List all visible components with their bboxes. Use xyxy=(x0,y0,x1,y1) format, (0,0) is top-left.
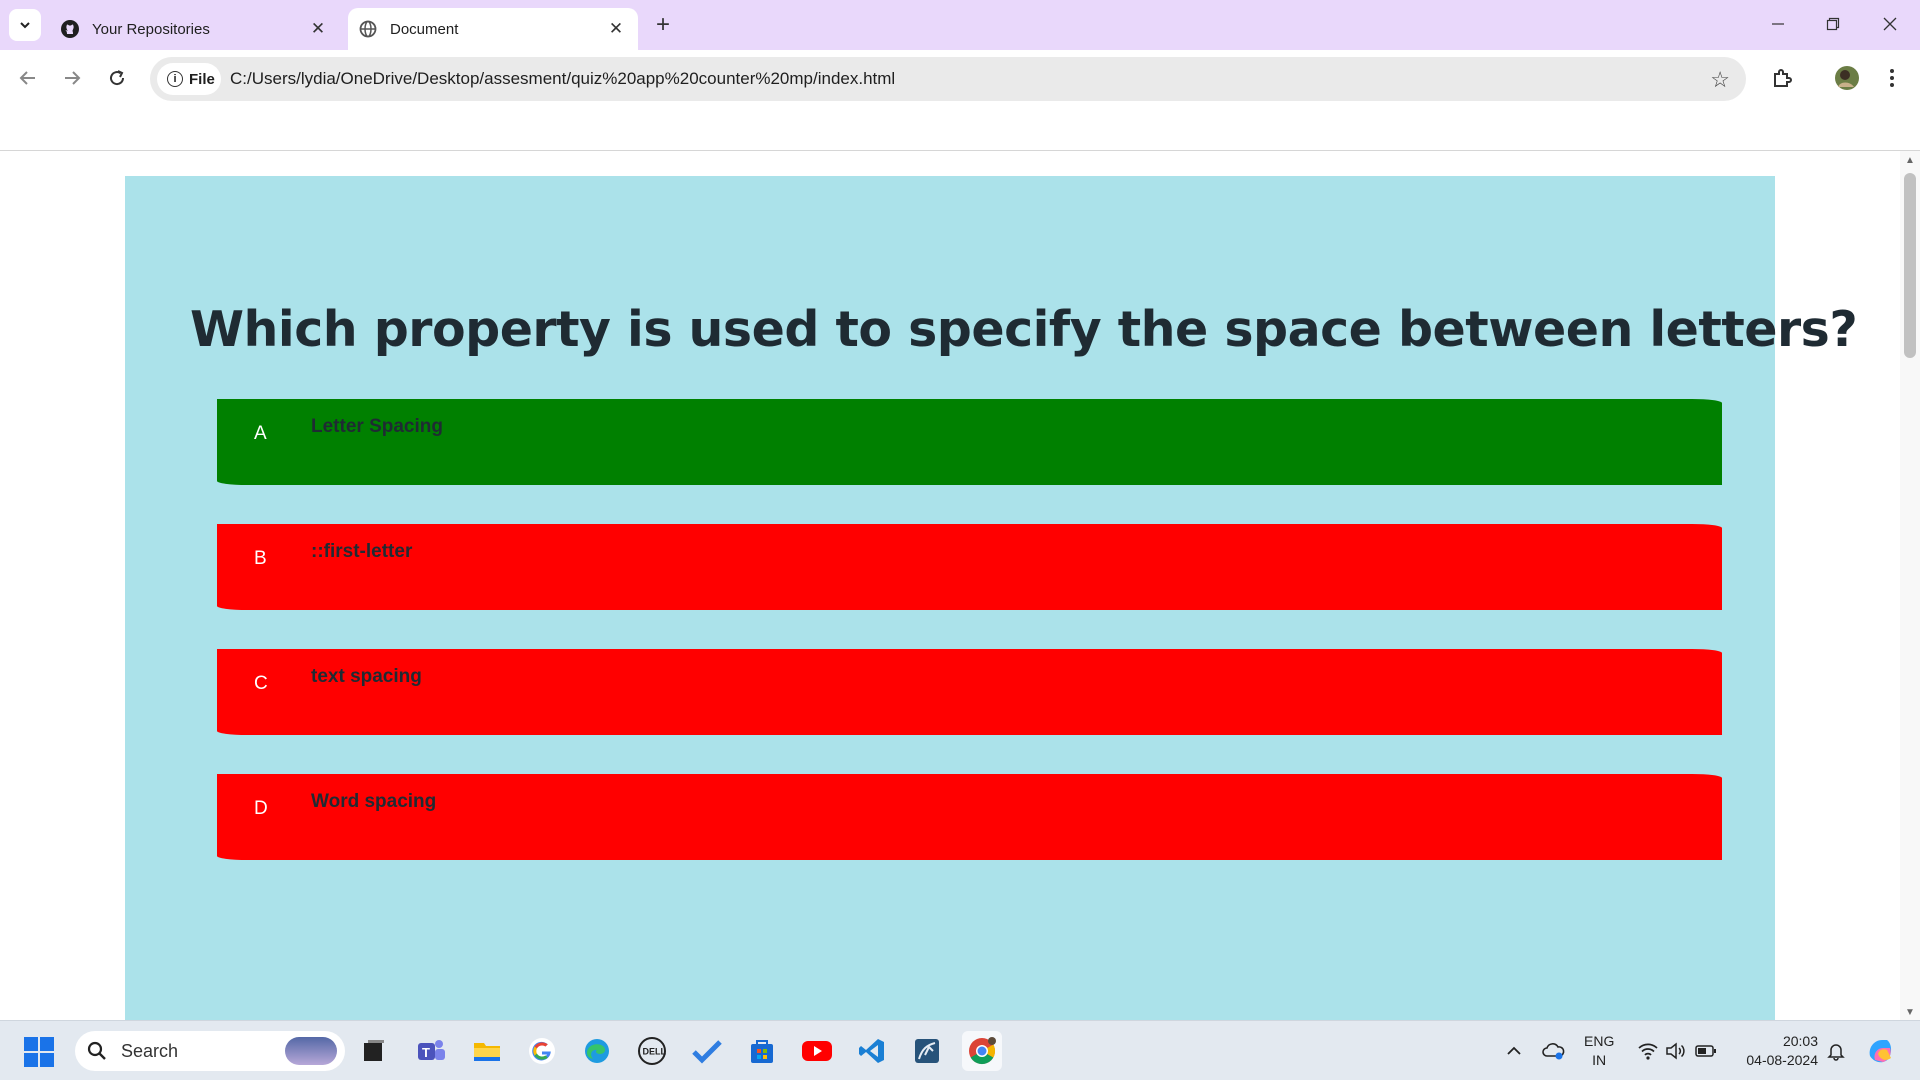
info-icon: i xyxy=(167,71,183,87)
answer-option-b[interactable]: B ::first-letter xyxy=(217,524,1722,610)
tab-strip: Your Repositories ✕ Document ✕ + xyxy=(0,0,1920,50)
option-letter: B xyxy=(254,548,267,569)
tab-title: Your Repositories xyxy=(92,20,210,38)
region-code: IN xyxy=(1592,1052,1607,1068)
todo-icon[interactable] xyxy=(687,1031,727,1071)
taskbar: Search T DELL ENG IN 20:03 04-08-2024 xyxy=(0,1020,1920,1080)
clock-date: 04-08-2024 xyxy=(1746,1052,1818,1068)
arrow-right-icon xyxy=(65,71,81,85)
chevron-down-icon xyxy=(20,22,30,29)
minimize-button[interactable] xyxy=(1758,8,1798,40)
scheme-label: File xyxy=(189,70,215,88)
teams-icon[interactable]: T xyxy=(411,1031,451,1071)
github-icon xyxy=(60,19,80,39)
toolbar-divider xyxy=(0,150,1920,151)
globe-icon xyxy=(358,19,378,39)
mysql-workbench-icon[interactable] xyxy=(907,1031,947,1071)
close-icon xyxy=(1883,17,1897,31)
chevron-up-icon[interactable] xyxy=(1502,1031,1526,1071)
wifi-icon[interactable] xyxy=(1634,1031,1662,1071)
vscode-icon[interactable] xyxy=(852,1031,892,1071)
url-text[interactable]: C:/Users/lydia/OneDrive/Desktop/assesmen… xyxy=(230,69,895,89)
clock-time: 20:03 xyxy=(1782,1033,1818,1049)
notification-bell-icon[interactable] xyxy=(1822,1031,1850,1071)
answer-option-a[interactable]: A Letter Spacing xyxy=(217,399,1722,485)
minimize-icon xyxy=(1772,23,1784,25)
close-window-button[interactable] xyxy=(1870,8,1910,40)
bookmark-star-icon[interactable]: ☆ xyxy=(1710,67,1730,93)
copilot-icon[interactable] xyxy=(1862,1031,1898,1071)
store-icon[interactable] xyxy=(742,1031,782,1071)
youtube-icon[interactable] xyxy=(797,1031,837,1071)
battery-icon[interactable] xyxy=(1692,1031,1720,1071)
tab-title: Document xyxy=(390,20,459,38)
search-icon xyxy=(87,1041,106,1060)
option-letter: D xyxy=(254,798,268,819)
chrome-icon[interactable] xyxy=(962,1031,1002,1071)
forward-button[interactable] xyxy=(56,62,88,94)
tab-search-button[interactable] xyxy=(9,9,41,41)
option-text: Word spacing xyxy=(311,791,437,812)
file-explorer-icon[interactable] xyxy=(467,1031,507,1071)
search-highlight-image xyxy=(285,1037,337,1065)
language-indicator[interactable]: ENG IN xyxy=(1584,1032,1614,1070)
edge-icon[interactable] xyxy=(577,1031,617,1071)
tab-your-repositories[interactable]: Your Repositories ✕ xyxy=(50,8,340,50)
dell-icon[interactable]: DELL xyxy=(632,1031,672,1071)
page-scrollbar[interactable]: ▲ ▼ xyxy=(1900,151,1920,1020)
svg-text:DELL: DELL xyxy=(643,1047,667,1057)
search-placeholder: Search xyxy=(121,1040,179,1061)
onedrive-sync-icon[interactable] xyxy=(1538,1031,1568,1071)
browser-toolbar: i File C:/Users/lydia/OneDrive/Desktop/a… xyxy=(0,50,1920,108)
more-vertical-icon xyxy=(1890,69,1894,87)
address-bar[interactable]: i File C:/Users/lydia/OneDrive/Desktop/a… xyxy=(150,57,1746,101)
back-button[interactable] xyxy=(12,62,44,94)
close-icon[interactable]: ✕ xyxy=(604,17,628,41)
taskbar-search[interactable]: Search xyxy=(75,1031,345,1071)
task-view-icon[interactable] xyxy=(354,1031,394,1071)
site-info-chip[interactable]: i File xyxy=(157,63,221,95)
tab-document[interactable]: Document ✕ xyxy=(348,8,638,50)
arrow-left-icon xyxy=(19,71,35,85)
scroll-down-arrow-icon[interactable]: ▼ xyxy=(1905,1007,1915,1018)
system-clock[interactable]: 20:03 04-08-2024 xyxy=(1738,1032,1818,1070)
reload-icon xyxy=(110,70,125,86)
new-tab-button[interactable]: + xyxy=(650,11,676,38)
menu-button[interactable] xyxy=(1876,62,1908,94)
option-text: Letter Spacing xyxy=(311,416,443,437)
option-letter: C xyxy=(254,673,268,694)
answer-option-c[interactable]: C text spacing xyxy=(217,649,1722,735)
svg-text:T: T xyxy=(422,1045,430,1060)
language-code: ENG xyxy=(1584,1033,1615,1049)
option-letter: A xyxy=(254,423,267,444)
restore-icon xyxy=(1826,17,1840,31)
volume-icon[interactable] xyxy=(1662,1031,1690,1071)
avatar-icon xyxy=(1835,66,1859,90)
scroll-thumb[interactable] xyxy=(1904,173,1916,358)
question-text: Which property is used to specify the sp… xyxy=(190,301,1858,358)
restore-button[interactable] xyxy=(1813,8,1853,40)
quiz-container: Which property is used to specify the sp… xyxy=(125,176,1858,1020)
extensions-button[interactable] xyxy=(1766,62,1798,94)
answer-option-d[interactable]: D Word spacing xyxy=(217,774,1722,860)
option-text: text spacing xyxy=(311,666,422,687)
profile-avatar[interactable] xyxy=(1831,62,1863,94)
reload-button[interactable] xyxy=(101,62,133,94)
google-icon[interactable] xyxy=(522,1031,562,1071)
scroll-up-arrow-icon[interactable]: ▲ xyxy=(1905,155,1915,166)
option-text: ::first-letter xyxy=(311,541,413,562)
puzzle-icon xyxy=(1774,69,1792,87)
close-icon[interactable]: ✕ xyxy=(306,17,330,41)
windows-start-icon[interactable] xyxy=(24,1037,54,1067)
